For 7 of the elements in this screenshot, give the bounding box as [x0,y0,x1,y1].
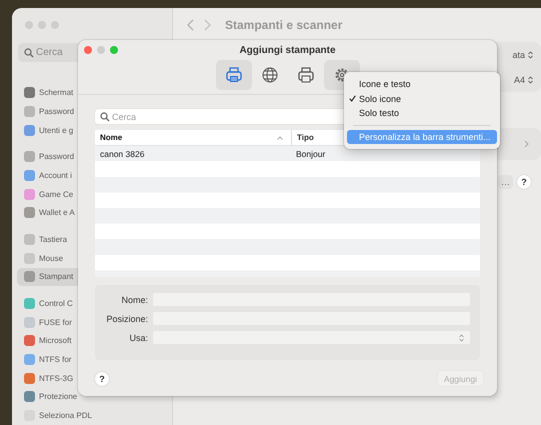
field-label: Nome: [120,294,148,304]
field-label: Usa: [128,332,148,342]
table-cell-text: canon 3826 [99,148,146,159]
dialog-title: Aggiungi stampante [239,44,336,56]
table-cell-text: Bonjour [295,148,326,159]
window-title: Stampanti e scanner [225,18,342,32]
field-label: Posizione: [105,314,148,324]
